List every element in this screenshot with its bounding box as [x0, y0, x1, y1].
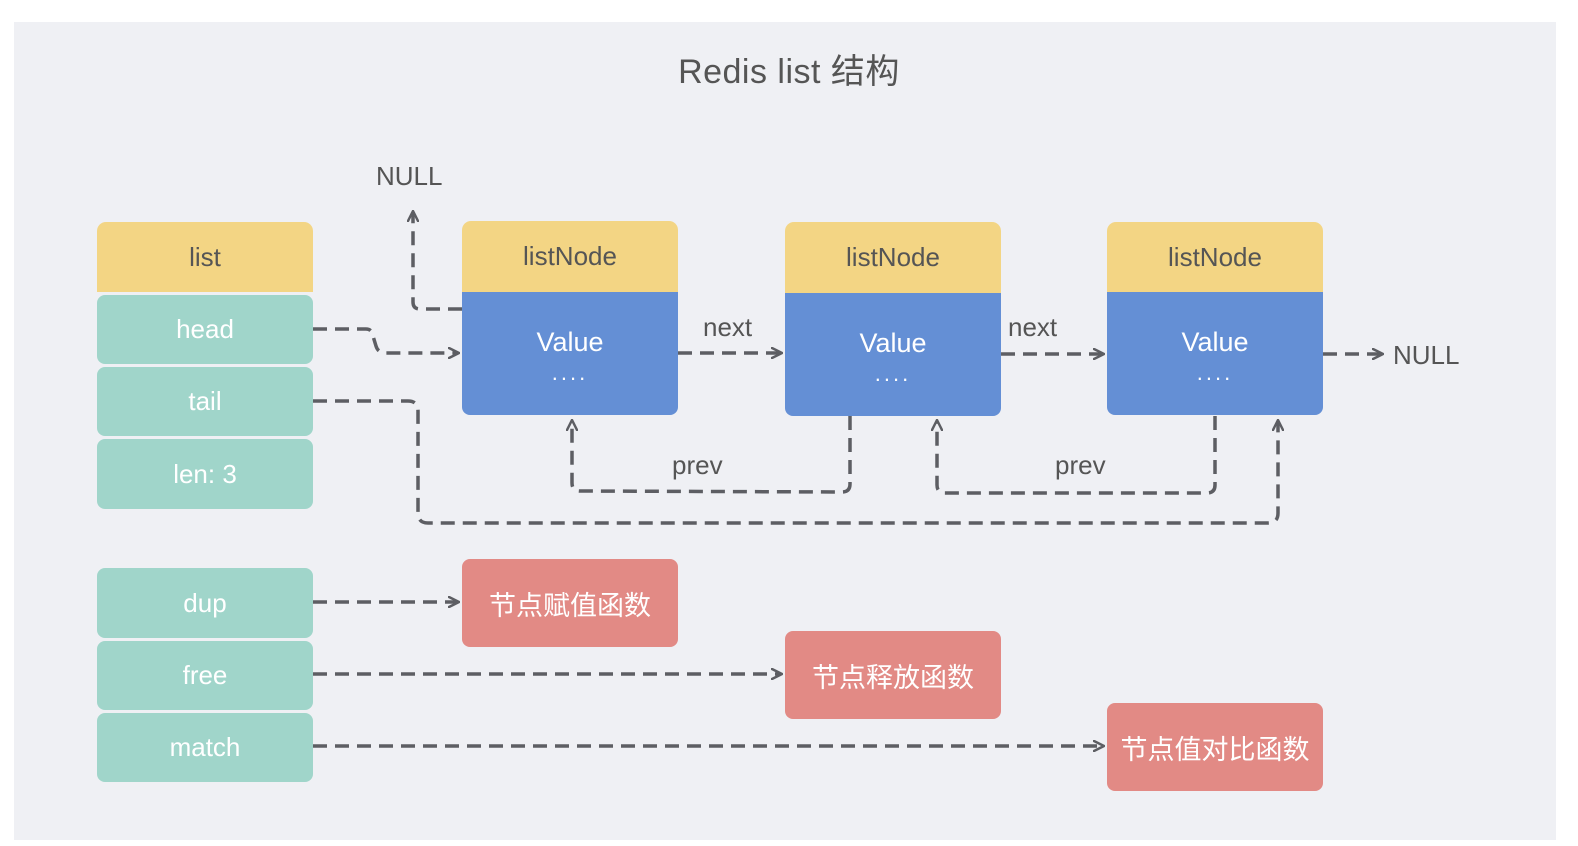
tail-arrow — [313, 399, 1278, 525]
node1-prev-null-arrow — [413, 212, 462, 311]
prev-arrow-2 — [937, 416, 1217, 495]
prev-arrow-1 — [572, 416, 852, 494]
head-arrow — [313, 327, 458, 353]
connector-arrows — [313, 0, 1578, 846]
